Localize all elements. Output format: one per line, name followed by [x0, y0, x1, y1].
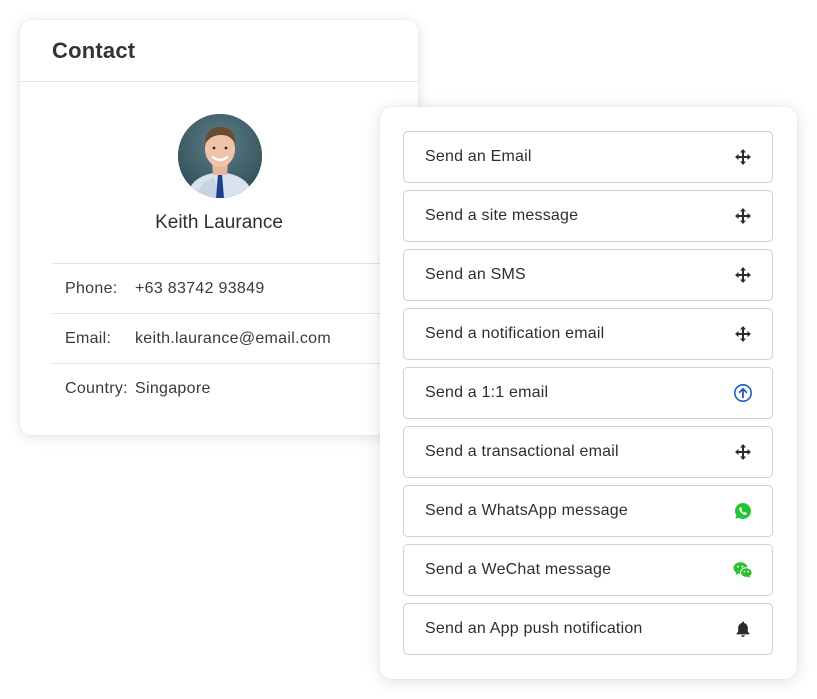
action-label: Send an SMS: [425, 266, 526, 283]
action-label: Send a WeChat message: [425, 561, 612, 578]
whatsapp-icon[interactable]: [733, 501, 753, 521]
action-label: Send a transactional email: [425, 443, 619, 460]
phone-row: Phone: +63 83742 93849: [52, 263, 418, 313]
wechat-icon[interactable]: [733, 560, 753, 580]
action-send-transactional-email[interactable]: Send a transactional email: [403, 426, 773, 478]
move-icon[interactable]: [733, 206, 753, 226]
action-send-email[interactable]: Send an Email: [403, 131, 773, 183]
phone-value: +63 83742 93849: [135, 279, 265, 297]
country-row: Country: Singapore: [52, 363, 418, 413]
action-label: Send a WhatsApp message: [425, 502, 628, 519]
move-icon[interactable]: [733, 147, 753, 167]
email-label: Email:: [65, 329, 112, 347]
action-label: Send a notification email: [425, 325, 605, 342]
country-value: Singapore: [135, 379, 211, 397]
arrow-up-circle-icon[interactable]: [733, 383, 753, 403]
email-row: Email: keith.laurance@email.com: [52, 313, 418, 363]
actions-card: Send an Email Send a site message Send a…: [380, 107, 797, 679]
avatar: [178, 114, 262, 198]
contact-header: Contact: [20, 20, 418, 82]
action-label: Send a 1:1 email: [425, 384, 549, 401]
action-label: Send an App push notification: [425, 620, 643, 637]
action-label: Send a site message: [425, 207, 579, 224]
contact-title: Contact: [52, 37, 136, 63]
phone-label: Phone:: [65, 279, 118, 297]
action-send-wechat-message[interactable]: Send a WeChat message: [403, 544, 773, 596]
person-name: Keith Laurance: [155, 212, 283, 233]
action-label: Send an Email: [425, 148, 532, 165]
email-value: keith.laurance@email.com: [135, 329, 331, 347]
action-send-notification-email[interactable]: Send a notification email: [403, 308, 773, 360]
action-send-app-push-notification[interactable]: Send an App push notification: [403, 603, 773, 655]
contact-card: Contact Keith Laurance Phone: +63 83742 …: [20, 20, 418, 435]
country-label: Country:: [65, 379, 128, 397]
action-send-site-message[interactable]: Send a site message: [403, 190, 773, 242]
action-send-sms[interactable]: Send an SMS: [403, 249, 773, 301]
move-icon[interactable]: [733, 265, 753, 285]
move-icon[interactable]: [733, 324, 753, 344]
bell-icon[interactable]: [733, 619, 753, 639]
action-send-whatsapp-message[interactable]: Send a WhatsApp message: [403, 485, 773, 537]
stage: Contact Keith Laurance Phone: +63 83742 …: [0, 0, 817, 699]
action-list: Send an Email Send a site message Send a…: [403, 131, 773, 662]
move-icon[interactable]: [733, 442, 753, 462]
action-send-1-1-email[interactable]: Send a 1:1 email: [403, 367, 773, 419]
